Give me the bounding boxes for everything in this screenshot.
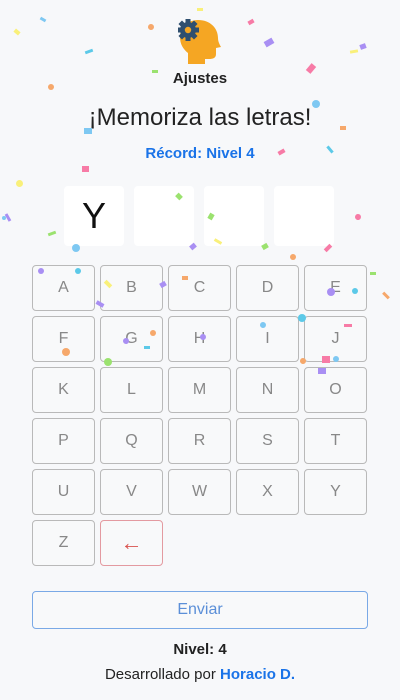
key-r[interactable]: R [168, 418, 231, 464]
key-z[interactable]: Z [32, 520, 95, 566]
settings-label: Ajustes [172, 70, 228, 87]
key-q[interactable]: Q [100, 418, 163, 464]
confetti-piece [197, 8, 203, 11]
letter-slot-2 [134, 186, 194, 246]
key-d[interactable]: D [236, 265, 299, 311]
key-o[interactable]: O [304, 367, 367, 413]
key-a[interactable]: A [32, 265, 95, 311]
confetti-piece [82, 166, 89, 172]
submit-button[interactable]: Enviar [32, 591, 368, 629]
key-i[interactable]: I [236, 316, 299, 362]
letter-keyboard: A B C D E F G H I J K L M N O P Q R S T … [32, 265, 368, 566]
confetti-piece [4, 213, 12, 222]
key-w[interactable]: W [168, 469, 231, 515]
key-t[interactable]: T [304, 418, 367, 464]
head-gear-icon[interactable] [177, 16, 222, 64]
confetti-piece [354, 213, 362, 221]
key-m[interactable]: M [168, 367, 231, 413]
confetti-piece [2, 216, 6, 220]
letter-slot-1: Y [64, 186, 124, 246]
key-u[interactable]: U [32, 469, 95, 515]
key-f[interactable]: F [32, 316, 95, 362]
credit-line: Desarrollado por Horacio D. [0, 666, 400, 683]
confetti-piece [16, 180, 23, 187]
credit-prefix: Desarrollado por [104, 666, 221, 683]
key-k[interactable]: K [32, 367, 95, 413]
key-c[interactable]: C [168, 265, 231, 311]
confetti-piece [370, 272, 376, 275]
confetti-piece [382, 291, 390, 300]
key-v[interactable]: V [100, 469, 163, 515]
key-e[interactable]: E [304, 265, 367, 311]
letter-slot-3 [204, 186, 264, 246]
letter-slots: Y [64, 186, 334, 246]
key-x[interactable]: X [236, 469, 299, 515]
key-s[interactable]: S [236, 418, 299, 464]
key-p[interactable]: P [32, 418, 95, 464]
level-label: Nivel: 4 [173, 641, 227, 658]
letter-slot-4 [274, 186, 334, 246]
key-b[interactable]: B [100, 265, 163, 311]
key-l[interactable]: L [100, 367, 163, 413]
author-link[interactable]: Horacio D. [220, 666, 295, 683]
settings-button[interactable]: Ajustes [0, 16, 400, 87]
key-h[interactable]: H [168, 316, 231, 362]
confetti-piece [290, 254, 296, 260]
key-y[interactable]: Y [304, 469, 367, 515]
key-g[interactable]: G [100, 316, 163, 362]
backspace-button[interactable]: ← [100, 520, 163, 566]
record-label: Récord: Nivel 4 [145, 145, 255, 162]
confetti-piece [47, 230, 57, 237]
page-title: ¡Memoriza las letras! [88, 104, 312, 131]
key-j[interactable]: J [304, 316, 367, 362]
key-n[interactable]: N [236, 367, 299, 413]
